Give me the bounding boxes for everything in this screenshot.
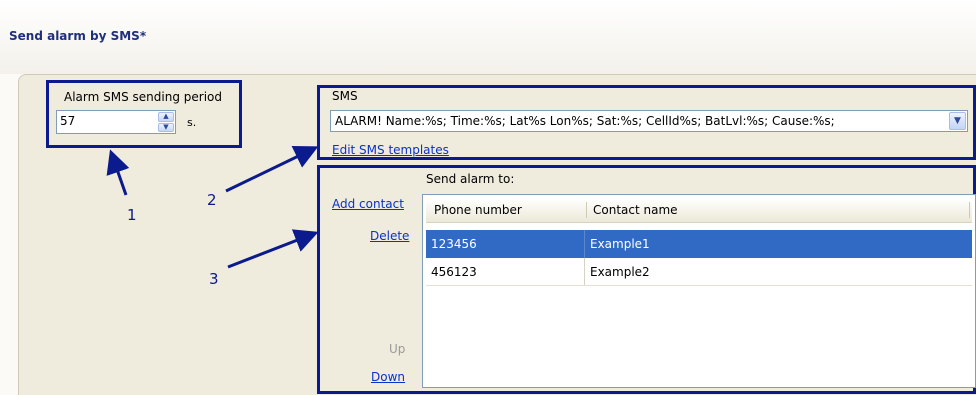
sms-template-select[interactable]: ALARM! Name:%s; Time:%s; Lat%s Lon%s; Sa… — [330, 110, 968, 132]
contacts-table: Phone number Contact name 123456 Example… — [422, 194, 976, 388]
cell-divider — [584, 230, 585, 258]
annotation-1: 1 — [127, 206, 137, 224]
period-value: 57 — [60, 114, 76, 128]
row-divider — [426, 285, 972, 286]
sms-template-value: ALARM! Name:%s; Time:%s; Lat%s Lon%s; Sa… — [335, 114, 835, 128]
contact-name-cell: Example2 — [590, 265, 650, 279]
table-header: Phone number Contact name — [426, 198, 972, 223]
delete-link[interactable]: Delete — [370, 229, 409, 243]
send-alarm-to-label: Send alarm to: — [426, 172, 515, 186]
cell-divider — [584, 258, 585, 286]
column-divider[interactable] — [969, 202, 970, 218]
column-divider[interactable] — [586, 202, 587, 218]
contact-name-cell: Example1 — [590, 237, 650, 251]
annotation-3: 3 — [209, 270, 219, 288]
table-row[interactable]: 456123 Example2 — [426, 258, 972, 286]
table-row[interactable]: 123456 Example1 — [426, 230, 972, 258]
page-title: Send alarm by SMS* — [9, 29, 147, 43]
add-contact-link[interactable]: Add contact — [332, 197, 404, 211]
spin-down-icon[interactable]: ▼ — [158, 122, 174, 132]
phone-cell: 123456 — [431, 237, 477, 251]
sms-label: SMS — [332, 89, 358, 103]
period-label: Alarm SMS sending period — [64, 90, 222, 104]
down-link[interactable]: Down — [371, 370, 405, 384]
period-spinner[interactable]: 57 ▲ ▼ — [56, 110, 176, 134]
header: Send alarm by SMS* — [0, 0, 976, 74]
phone-cell: 456123 — [431, 265, 477, 279]
column-phone-number[interactable]: Phone number — [434, 203, 522, 217]
chevron-down-icon[interactable]: ▼ — [949, 112, 966, 130]
spin-buttons: ▲ ▼ — [158, 112, 174, 132]
edit-sms-templates-link[interactable]: Edit SMS templates — [332, 143, 449, 157]
annotation-2: 2 — [207, 191, 217, 209]
spin-up-icon[interactable]: ▲ — [158, 112, 174, 122]
up-link[interactable]: Up — [389, 342, 405, 356]
column-contact-name[interactable]: Contact name — [593, 203, 678, 217]
period-unit: s. — [187, 116, 197, 129]
